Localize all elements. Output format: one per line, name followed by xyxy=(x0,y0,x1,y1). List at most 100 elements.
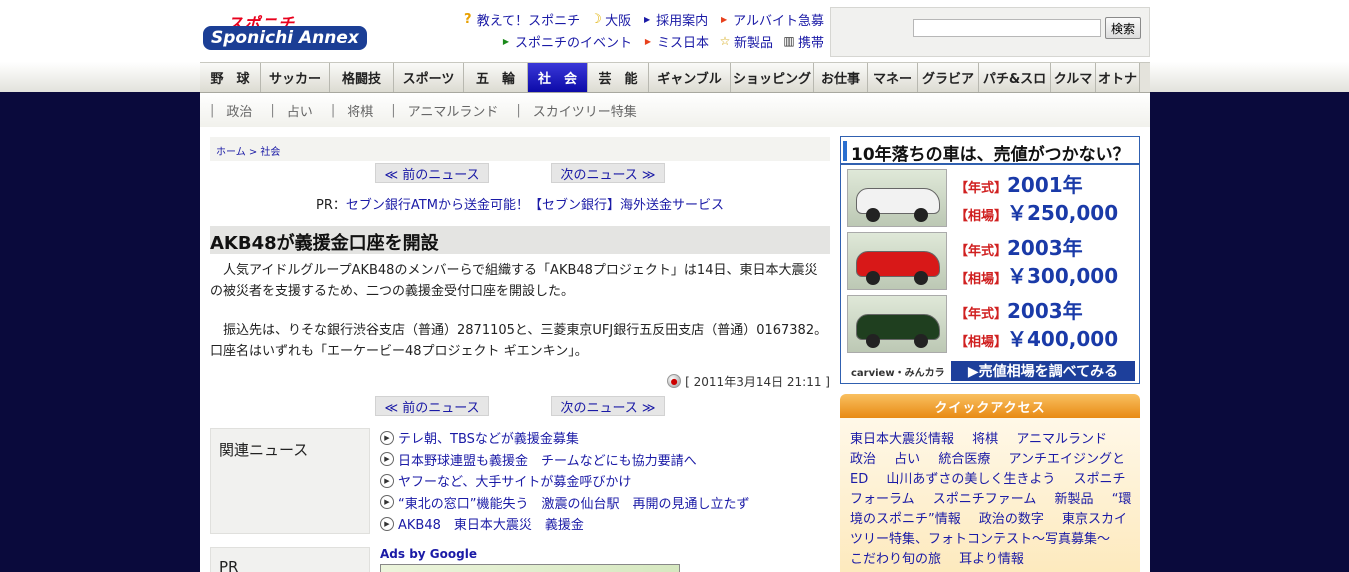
header-link-new-products[interactable]: ☆ 新製品 xyxy=(719,32,773,51)
sub-nav-item[interactable]: | 占い xyxy=(268,101,328,120)
article-paragraph-1: 人気アイドルグループAKB48のメンバーらで組織する「AKB48プロジェクト」は… xyxy=(210,263,818,299)
main-nav-item[interactable]: お仕事 xyxy=(814,63,868,92)
article-dateline: ● [ 2011年3月14日 21:11 ] xyxy=(664,371,830,391)
sub-nav-item[interactable]: | 将棋 xyxy=(329,101,389,120)
question-icon: ? xyxy=(463,11,472,27)
main-nav-item[interactable]: ショッピング xyxy=(731,63,814,92)
main-nav-item[interactable]: ギャンブル xyxy=(649,63,731,92)
related-news-item[interactable]: ▶ “東北の窓口”機能失う 激震の仙台駅 再開の見通し立たず xyxy=(380,492,830,514)
year-tag: 【年式】 xyxy=(955,181,1008,196)
arrow-right-icon: ▶ xyxy=(644,14,651,24)
car-wheel xyxy=(866,208,880,222)
car-price: ￥300,000 xyxy=(1007,264,1119,288)
search-input[interactable] xyxy=(913,19,1101,37)
car-ad-footer: carview・みんカラ ▶売値相場を調べてみる xyxy=(847,361,1135,381)
google-ad-box[interactable] xyxy=(380,564,680,572)
quick-access-link[interactable]: 東日本大震災情報 xyxy=(850,432,954,447)
next-news-button[interactable]: 次のニュース ≫ xyxy=(551,396,665,416)
pr-prefix: PR： xyxy=(316,198,346,213)
sub-nav: | 政治 | 占い | 将棋 | アニマルランド | スカイツリー特集 xyxy=(200,93,1150,127)
main-nav-item[interactable]: スポーツ xyxy=(394,63,464,92)
header-link-recruit[interactable]: ▶ 採用案内 xyxy=(641,10,708,29)
car-photo xyxy=(847,169,947,227)
quick-access-link[interactable]: アニマルランド xyxy=(1016,432,1107,447)
car-price: ￥250,000 xyxy=(1007,201,1119,225)
header-link-oshiete[interactable]: ? 教えて！スポニチ xyxy=(462,10,580,29)
header-link-osaka[interactable]: ☽ 大阪 xyxy=(590,10,631,29)
main-nav-item[interactable]: マネー xyxy=(868,63,918,92)
car-price-cta-button[interactable]: ▶売値相場を調べてみる xyxy=(951,361,1135,381)
car-ad-row[interactable]: 【年式】2001年 【相場】￥250,000 xyxy=(847,169,1135,227)
quick-access-link[interactable]: 政治 xyxy=(850,452,876,467)
price-tag: 【相場】 xyxy=(955,335,1008,350)
search-box: 検索 xyxy=(830,7,1150,57)
header-links-row-1: ? 教えて！スポニチ ☽ 大阪 ▶ 採用案内 ▶ アルバイト急募 xyxy=(462,8,824,30)
main-nav-item[interactable]: クルマ xyxy=(1051,63,1096,92)
year-tag: 【年式】 xyxy=(955,244,1008,259)
car-photo xyxy=(847,232,947,290)
sub-nav-item[interactable]: | 政治 xyxy=(208,101,268,120)
breadcrumb[interactable]: ホーム > 社会 xyxy=(210,137,830,161)
page-container: スポニチ Sponichi Annex ? 教えて！スポニチ ☽ 大阪 ▶ 採用案内 … xyxy=(200,0,1150,572)
car-price: ￥400,000 xyxy=(1007,327,1119,351)
quick-access-link[interactable]: 将棋 xyxy=(972,432,998,447)
quick-access-link[interactable]: 新製品 xyxy=(1055,492,1094,507)
main-nav-item[interactable]: 野 球 xyxy=(200,63,261,92)
quick-access-link[interactable]: スポニチファーム xyxy=(933,492,1037,507)
arrow-right-icon: ▶ xyxy=(644,36,652,46)
car-wheel xyxy=(866,334,880,348)
main-nav-item[interactable]: オトナ xyxy=(1096,63,1140,92)
car-year: 2003年 xyxy=(1007,299,1083,323)
quick-access-link[interactable]: 占い xyxy=(894,452,920,467)
related-news-item[interactable]: ▶ 日本野球連盟も義援金 チームなどにも協力要請へ xyxy=(380,449,830,471)
header-link-mobile[interactable]: ▥ 携帯 xyxy=(783,32,824,51)
main-nav-item[interactable]: サッカー xyxy=(261,63,330,92)
related-news-item[interactable]: ▶ テレ朝、TBSなどが義援金募集 xyxy=(380,427,830,449)
sub-nav-item[interactable]: | スカイツリー特集 xyxy=(514,101,652,120)
quick-access-title: クイックアクセス xyxy=(840,394,1140,418)
car-year: 2003年 xyxy=(1007,236,1083,260)
quick-access-links: 東日本大震災情報 将棋 アニマルランド 政治 占い 統合医療 アンチエイジングと… xyxy=(840,418,1140,572)
car-price-ad[interactable]: 10年落ちの車は、売値がつかない？ 【年式】2001年 【相場】￥250,000 【… xyxy=(840,136,1140,384)
search-button[interactable]: 検索 xyxy=(1105,17,1141,39)
header-link-event[interactable]: ▶ スポニチのイベント xyxy=(500,32,632,51)
play-circle-icon: ▶ xyxy=(380,473,394,488)
play-circle-icon: ▶ xyxy=(380,495,394,510)
car-wheel xyxy=(914,271,928,285)
next-news-button[interactable]: 次のニュース ≫ xyxy=(551,163,665,183)
main-nav-item[interactable]: パチ&スロ xyxy=(979,63,1051,92)
ads-by-google-label[interactable]: Ads by Google xyxy=(380,547,477,561)
main-nav-item[interactable]: 社 会 xyxy=(528,63,588,92)
quick-access-link[interactable]: こだわり旬の旅 xyxy=(850,552,941,567)
site-logo[interactable]: スポニチ Sponichi Annex xyxy=(203,10,385,50)
sub-nav-item[interactable]: | アニマルランド xyxy=(389,101,514,120)
quick-access-link[interactable]: 耳より情報 xyxy=(959,552,1024,567)
quick-access-link[interactable]: 山川あずさの美しく生きよう xyxy=(886,472,1055,487)
main-nav-item[interactable]: 格闘技 xyxy=(330,63,394,92)
sub-nav-label: 将棋 xyxy=(347,104,374,120)
prev-next-top: ≪ 前のニュース 次のニュース ≫ xyxy=(375,163,665,183)
car-ad-row[interactable]: 【年式】2003年 【相場】￥300,000 xyxy=(847,232,1135,290)
prev-news-button[interactable]: ≪ 前のニュース xyxy=(375,396,489,416)
header-link-miss-nippon[interactable]: ▶ ミス日本 xyxy=(642,32,709,51)
print-icon[interactable]: ● xyxy=(667,374,682,388)
main-nav-item[interactable]: 芸 能 xyxy=(588,63,649,92)
car-ad-headline: 10年落ちの車は、売値がつかない？ xyxy=(841,137,1139,165)
main-nav-item[interactable]: グラビア xyxy=(918,63,979,92)
car-ad-row[interactable]: 【年式】2003年 【相場】￥400,000 xyxy=(847,295,1135,353)
quick-access-link[interactable]: 政治の数字 xyxy=(979,512,1044,527)
pr-link[interactable]: セブン銀行ATMから送金可能！【セブン銀行】海外送金サービス xyxy=(346,198,724,213)
car-ad-text: 【年式】2001年 【相場】￥250,000 xyxy=(955,173,1135,229)
star-icon: ☆ xyxy=(719,34,731,48)
prev-news-button[interactable]: ≪ 前のニュース xyxy=(375,163,489,183)
play-circle-icon: ▶ xyxy=(380,516,394,531)
quick-access-link[interactable]: 統合医療 xyxy=(938,452,990,467)
related-news-item[interactable]: ▶ AKB48 東日本大震災 義援金 xyxy=(380,513,830,535)
car-photo xyxy=(847,295,947,353)
related-news-item[interactable]: ▶ ヤフーなど、大手サイトが募金呼びかけ xyxy=(380,470,830,492)
main-nav: 野 球サッカー 格闘技 スポーツ五 輪社 会芸 能ギャンブル ショッピング お仕事 マネー… xyxy=(200,62,1150,93)
car-ad-brand: carview・みんカラ xyxy=(851,368,945,379)
article-date: [ 2011年3月14日 21:11 ] xyxy=(685,374,830,389)
header-link-arbeit[interactable]: ▶ アルバイト急募 xyxy=(718,10,824,29)
main-nav-item[interactable]: 五 輪 xyxy=(464,63,528,92)
